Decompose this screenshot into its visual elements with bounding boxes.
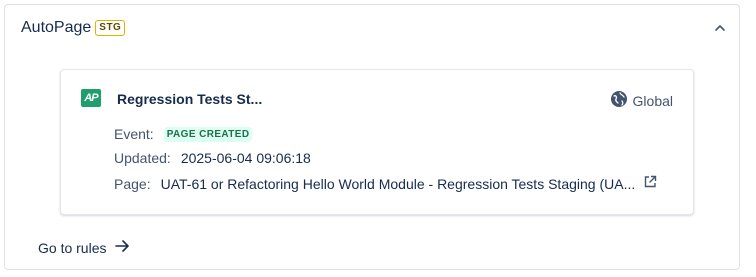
page-link[interactable]: UAT-61 or Refactoring Hello World Module… <box>161 176 636 192</box>
external-link-icon[interactable] <box>643 175 657 192</box>
updated-value: 2025-06-04 09:06:18 <box>180 150 311 166</box>
env-badge: STG <box>95 20 126 36</box>
scope-indicator: Global <box>610 90 673 111</box>
globe-icon <box>610 90 633 111</box>
arrow-right-icon <box>106 239 130 256</box>
panel-title: AutoPage <box>21 19 92 36</box>
page-label: Page: <box>114 175 151 192</box>
autopage-logo: AP <box>81 89 101 107</box>
event-status-lozenge: PAGE CREATED <box>163 126 253 142</box>
updated-row: Updated: 2025-06-04 09:06:18 <box>114 150 311 166</box>
go-to-rules-label: Go to rules <box>38 239 107 256</box>
autopage-panel: AutoPage STG AP Regression Tests St... G… <box>4 4 740 270</box>
event-row: Event: PAGE CREATED <box>114 126 253 142</box>
updated-label: Updated: <box>114 150 171 166</box>
panel-header: AutoPage STG <box>21 19 126 37</box>
autopage-card[interactable]: AP Regression Tests St... Global Event: … <box>60 69 694 215</box>
go-to-rules-link[interactable]: Go to rules <box>38 239 130 256</box>
chevron-up-icon[interactable] <box>711 19 729 37</box>
card-title[interactable]: Regression Tests St... <box>117 91 262 107</box>
scope-label: Global <box>632 92 673 109</box>
page-row: Page: UAT-61 or Refactoring Hello World … <box>114 175 657 192</box>
event-label: Event: <box>114 126 154 142</box>
